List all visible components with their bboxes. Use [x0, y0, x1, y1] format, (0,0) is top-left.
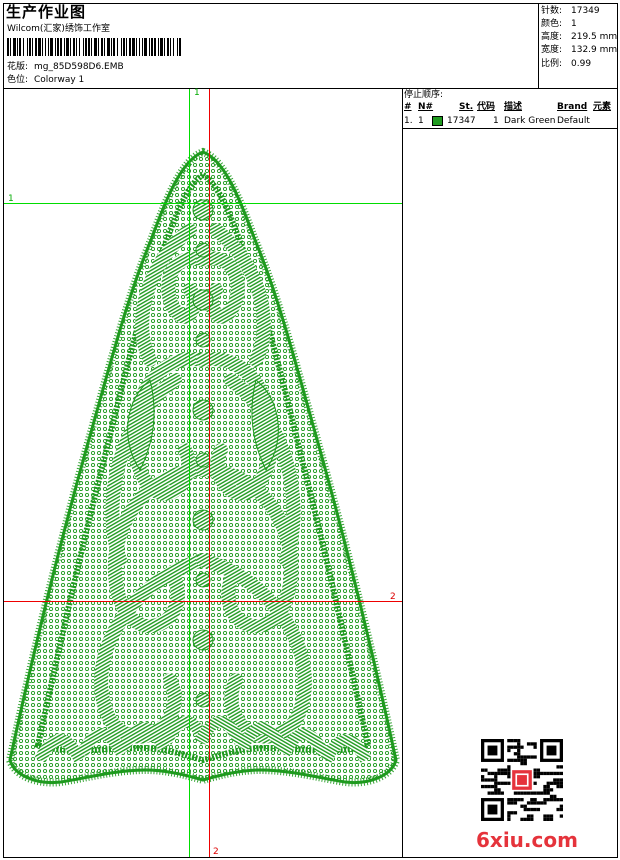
embroidery-design	[5, 147, 401, 787]
company-name: Wilcom(汇家)绣饰工作室	[7, 24, 110, 34]
barcode	[7, 38, 181, 56]
row-brand: Default	[557, 116, 590, 126]
colorway-label: 色位:	[7, 75, 29, 85]
height-value: 219.5 mm	[571, 32, 618, 42]
watermark-logo: 6xiu.com	[476, 828, 578, 852]
col-header-brand: Brand	[557, 102, 588, 112]
col-header-element: 元素	[593, 102, 612, 112]
colors-value: 1	[571, 19, 577, 29]
green-vertical-guide	[189, 89, 190, 857]
legend-bottom-rule	[402, 128, 618, 129]
scale-label: 比例:	[541, 59, 563, 69]
thread-color-swatch	[432, 116, 443, 126]
col-header-num: #	[404, 102, 412, 112]
col-header-code: 代码	[477, 102, 496, 112]
scale-value: 0.99	[571, 59, 592, 69]
col-header-n: N#	[418, 102, 434, 112]
row-desc: Dark Green	[504, 116, 556, 126]
green-horizontal-guide	[4, 203, 402, 204]
row-code: 1	[493, 116, 499, 126]
red-horizontal-guide	[4, 601, 402, 602]
green-vertical-guide-label: 1	[194, 88, 200, 98]
header-divider-vertical	[538, 3, 539, 88]
colorway-name: Colorway 1	[34, 75, 85, 85]
stitches-label: 针数:	[541, 6, 563, 16]
row-num: 1.	[404, 116, 413, 126]
design-label: 花版:	[7, 62, 29, 72]
page-title: 生产作业图	[6, 3, 87, 21]
red-horizontal-guide-label: 2	[390, 592, 396, 602]
stop-sequence-title: 停止顺序:	[404, 90, 444, 100]
height-label: 高度:	[541, 32, 563, 42]
red-vertical-guide	[209, 89, 210, 857]
qr-code	[481, 739, 563, 821]
stitches-value: 17349	[571, 6, 600, 16]
design-file-name: mg_85D598D6.EMB	[34, 62, 124, 72]
col-header-stitches: St.	[459, 102, 474, 112]
row-n: 1	[418, 116, 424, 126]
width-label: 宽度:	[541, 45, 563, 55]
green-horizontal-guide-label: 1	[8, 194, 14, 204]
panel-divider-vertical	[402, 88, 403, 858]
col-header-desc: 描述	[504, 102, 523, 112]
red-vertical-guide-label: 2	[213, 847, 219, 857]
row-stitches: 17347	[447, 116, 476, 126]
colors-label: 颜色:	[541, 19, 563, 29]
width-value: 132.9 mm	[571, 45, 618, 55]
